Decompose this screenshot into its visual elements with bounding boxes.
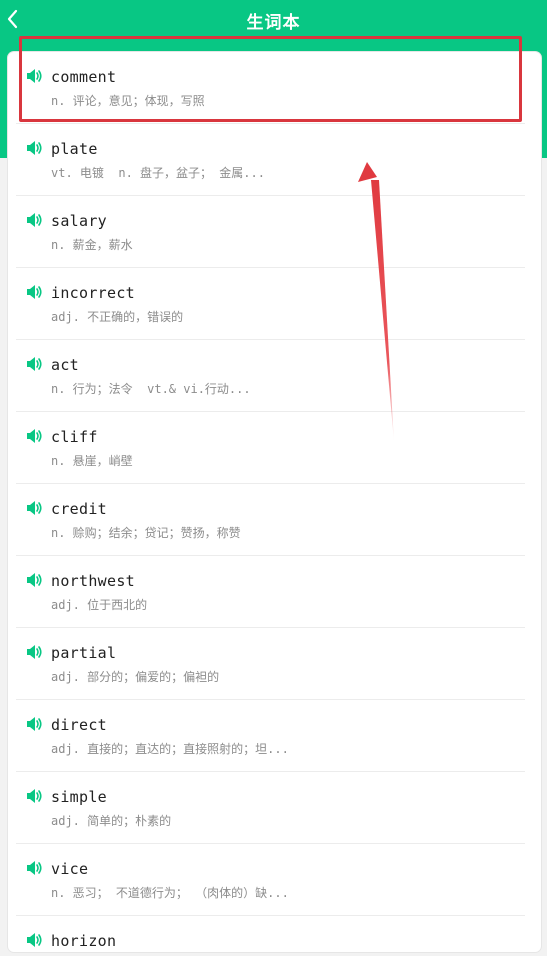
word-meaning: n. 恶习； 不道德行为； （肉体的）缺... (51, 886, 289, 900)
word-item[interactable]: credit n. 赊购；结余；贷记；赞扬，称赞 (16, 484, 525, 556)
speaker-icon[interactable] (26, 284, 43, 300)
speaker-icon[interactable] (26, 500, 43, 516)
word-text: credit (51, 500, 107, 518)
word-item[interactable]: direct adj. 直接的；直达的；直接照射的；坦... (16, 700, 525, 772)
word-item[interactable]: salary n. 薪金，薪水 (16, 196, 525, 268)
word-item[interactable]: cliff n. 悬崖，峭壁 (16, 412, 525, 484)
word-meaning: adj. 不正确的，错误的 (51, 310, 184, 324)
word-item[interactable]: partial adj. 部分的；偏爱的；偏袒的 (16, 628, 525, 700)
word-meaning: adj. 位于西北的 (51, 598, 148, 612)
speaker-icon[interactable] (26, 932, 43, 948)
word-text: direct (51, 716, 107, 734)
word-text: act (51, 356, 79, 374)
speaker-icon[interactable] (26, 212, 43, 228)
word-text: cliff (51, 428, 98, 446)
word-item[interactable]: incorrect adj. 不正确的，错误的 (16, 268, 525, 340)
word-item[interactable]: simple adj. 简单的；朴素的 (16, 772, 525, 844)
word-meaning: n. 评论，意见；体现，写照 (51, 94, 205, 108)
word-text: northwest (51, 572, 135, 590)
word-text: incorrect (51, 284, 135, 302)
word-list: comment n. 评论，意见；体现，写照 plate vt. 电镀 n. 盘子，盆… (8, 52, 541, 952)
word-meaning: n. 悬崖，峭壁 (51, 454, 133, 468)
word-text: partial (51, 644, 117, 662)
speaker-icon[interactable] (26, 356, 43, 372)
speaker-icon[interactable] (26, 140, 43, 156)
word-text: horizon (51, 932, 117, 950)
word-meaning: adj. 直接的；直达的；直接照射的；坦... (51, 742, 289, 756)
word-text: simple (51, 788, 107, 806)
word-meaning: n. 行为；法令 vt.& vi.行动... (51, 382, 251, 396)
speaker-icon[interactable] (26, 860, 43, 876)
word-list-card: comment n. 评论，意见；体现，写照 plate vt. 电镀 n. 盘子，盆… (8, 52, 541, 952)
word-meaning: n. 赊购；结余；贷记；赞扬，称赞 (51, 526, 241, 540)
word-meaning: adj. 部分的；偏爱的；偏袒的 (51, 670, 220, 684)
word-item[interactable]: act n. 行为；法令 vt.& vi.行动... (16, 340, 525, 412)
word-item[interactable]: northwest adj. 位于西北的 (16, 556, 525, 628)
word-meaning: adj. 简单的；朴素的 (51, 814, 172, 828)
word-item[interactable]: vice n. 恶习； 不道德行为； （肉体的）缺... (16, 844, 525, 916)
page-title: 生词本 (246, 13, 301, 33)
speaker-icon[interactable] (26, 428, 43, 444)
speaker-icon[interactable] (26, 68, 43, 84)
word-text: comment (51, 68, 117, 86)
speaker-icon[interactable] (26, 788, 43, 804)
word-text: plate (51, 140, 98, 158)
word-meaning: vt. 电镀 n. 盘子，盆子； 金属... (51, 166, 265, 180)
word-item[interactable]: comment n. 评论，意见；体现，写照 (16, 52, 525, 124)
speaker-icon[interactable] (26, 572, 43, 588)
word-item[interactable]: plate vt. 电镀 n. 盘子，盆子； 金属... (16, 124, 525, 196)
word-text: vice (51, 860, 89, 878)
word-item[interactable]: horizon (16, 916, 525, 952)
speaker-icon[interactable] (26, 716, 43, 732)
speaker-icon[interactable] (26, 644, 43, 660)
word-meaning: n. 薪金，薪水 (51, 238, 133, 252)
word-text: salary (51, 212, 107, 230)
